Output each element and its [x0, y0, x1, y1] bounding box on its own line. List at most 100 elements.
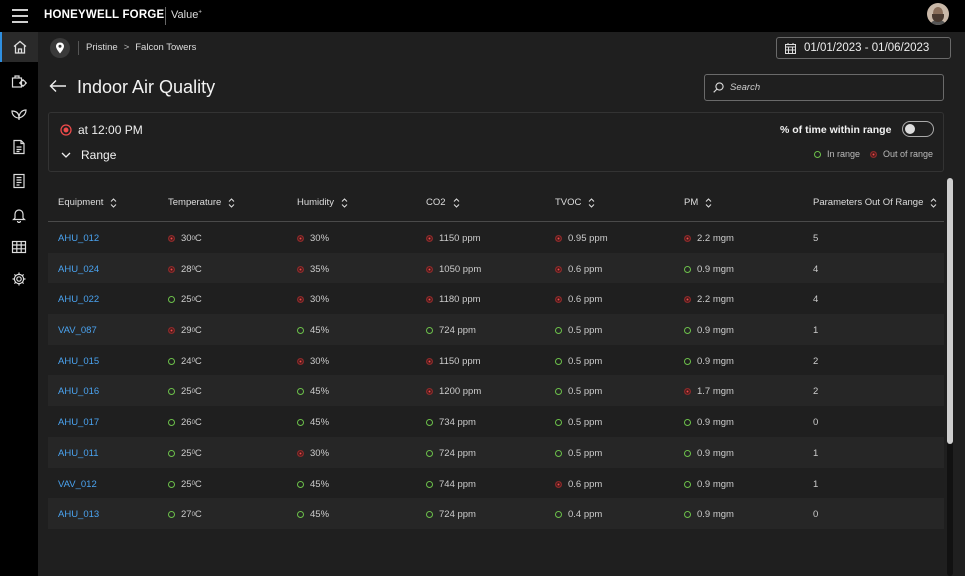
table-row[interactable]: AHU_024 28 0 C 35% 1050 ppm 0.6 ppm 0.9 mgm 4 [48, 252, 944, 284]
equipment-link[interactable]: AHU_011 [58, 448, 99, 459]
equipment-link[interactable]: AHU_022 [58, 294, 99, 305]
co2-cell: 1200 ppm [426, 386, 481, 397]
out-range-indicator [684, 296, 691, 304]
table-row[interactable]: AHU_015 24 0 C 30% 1150 ppm 0.5 ppm 0.9 mgm 2 [48, 345, 944, 376]
column-header-label: Parameters Out Of Range [813, 197, 924, 208]
equipment-link[interactable]: AHU_024 [58, 264, 99, 275]
out-range-indicator [297, 449, 304, 457]
in-range-indicator [684, 265, 691, 273]
legend-in-range: In range [827, 149, 861, 159]
in-range-indicator [555, 327, 562, 335]
breadcrumb: Pristine > Falcon Towers [86, 42, 196, 53]
out-range-indicator [426, 235, 433, 242]
column-header[interactable]: Equipment [58, 197, 117, 208]
pm-cell: 2.2 mgm [684, 233, 734, 244]
co2-value: 1200 ppm [439, 386, 482, 398]
in-range-indicator [684, 480, 691, 488]
breadcrumb-building[interactable]: Falcon Towers [135, 42, 196, 53]
maintenance-icon[interactable] [0, 66, 38, 96]
equipment-link[interactable]: AHU_013 [58, 509, 99, 520]
temp-unit: C [194, 294, 202, 306]
column-header[interactable]: Temperature [168, 197, 235, 208]
time-within-range-toggle[interactable] [902, 121, 934, 137]
menu-icon[interactable] [12, 9, 28, 23]
in-range-indicator [168, 419, 175, 427]
target-icon [60, 124, 72, 136]
tvoc-cell: 0.95 ppm [555, 233, 608, 244]
table-row[interactable]: AHU_011 25 0 C 30% 724 ppm 0.5 ppm 0.9 mgm 1 [48, 436, 944, 468]
in-range-indicator [555, 511, 562, 519]
column-header[interactable]: CO2 [426, 197, 460, 208]
location-pin-icon[interactable] [50, 38, 70, 58]
in-range-indicator [426, 480, 433, 488]
temp-unit: C [194, 263, 202, 275]
co2-value: 724 ppm [439, 447, 476, 459]
table-row[interactable]: AHU_022 25 0 C 30% 1180 ppm 0.6 ppm 2.2 mgm 4 [48, 283, 944, 314]
humidity-cell: 35% [297, 264, 329, 275]
avatar[interactable] [927, 3, 949, 25]
table-row[interactable]: AHU_012 30 0 C 30% 1150 ppm 0.95 ppm 2.2 mgm 5 [48, 222, 944, 253]
out-of-range-count: 4 [813, 263, 819, 275]
time-selector[interactable]: at 12:00 PM [60, 123, 143, 137]
alarm-bell-icon[interactable] [0, 200, 38, 230]
out-of-range-count: 1 [813, 325, 819, 337]
co2-cell: 1050 ppm [426, 264, 481, 275]
temp-value: 30 [181, 233, 192, 244]
temp-value: 27 [181, 509, 192, 521]
humidity-cell: 45% [297, 509, 329, 520]
table-row[interactable]: AHU_017 26 0 C 45% 734 ppm 0.5 ppm 0.9 mgm 0 [48, 406, 944, 437]
in-range-indicator [555, 357, 562, 365]
range-expander[interactable]: Range [61, 148, 116, 162]
column-header-label: PM [684, 197, 699, 208]
breadcrumb-site[interactable]: Pristine [86, 42, 118, 53]
temp-value: 25 [181, 478, 192, 490]
table-row[interactable]: AHU_016 25 0 C 45% 1200 ppm 0.5 ppm 1.7 mgm 2 [48, 375, 944, 407]
table-row[interactable]: VAV_012 25 0 C 45% 744 ppm 0.6 ppm 0.9 mgm 1 [48, 468, 944, 499]
out-of-range-dot [870, 150, 878, 158]
in-range-indicator [168, 388, 175, 396]
equipment-link[interactable]: AHU_015 [58, 356, 99, 367]
report-icon[interactable] [0, 166, 38, 196]
date-range-picker[interactable]: 01/01/2023 - 01/06/2023 [776, 37, 951, 59]
co2-cell: 724 ppm [426, 509, 476, 520]
temp-cell: 25 0 C [168, 448, 202, 459]
search-box[interactable] [704, 74, 944, 101]
calendar-icon [785, 42, 796, 54]
equipment-link[interactable]: AHU_012 [58, 233, 99, 244]
in-range-indicator [684, 511, 691, 519]
humidity-cell: 45% [297, 479, 329, 490]
out-range-indicator [426, 296, 433, 304]
out-range-indicator [168, 235, 175, 242]
settings-icon[interactable] [0, 264, 38, 294]
table-row[interactable]: VAV_087 29 0 C 45% 724 ppm 0.5 ppm 0.9 mgm 1 [48, 314, 944, 345]
equipment-link[interactable]: AHU_016 [58, 386, 99, 397]
column-header[interactable]: Humidity [297, 197, 348, 208]
home-icon[interactable] [0, 32, 38, 62]
table-body: AHU_012 30 0 C 30% 1150 ppm 0.95 ppm 2.2 mgm 5 AH… [48, 222, 944, 529]
pm-cell: 0.9 mgm [684, 325, 734, 336]
table-row[interactable]: AHU_013 27 0 C 45% 724 ppm 0.4 ppm 0.9 mgm 0 [48, 498, 944, 529]
equipment-link[interactable]: AHU_017 [58, 417, 99, 428]
search-input[interactable] [730, 82, 930, 93]
column-header[interactable]: TVOC [555, 197, 595, 208]
humidity-value: 30% [310, 355, 330, 367]
pm-cell: 0.9 mgm [684, 417, 734, 428]
time-label: at 12:00 PM [78, 123, 143, 137]
equipment-link[interactable]: VAV_012 [58, 479, 97, 490]
sort-icon [228, 197, 235, 208]
grid-icon[interactable] [0, 232, 38, 262]
pm-cell: 0.9 mgm [684, 479, 734, 490]
scrollbar[interactable] [947, 178, 953, 576]
in-range-indicator [684, 449, 691, 457]
document-icon[interactable] [0, 132, 38, 162]
back-arrow-icon[interactable] [49, 79, 67, 98]
tvoc-value: 0.5 ppm [568, 325, 603, 337]
scrollbar-thumb[interactable] [947, 178, 953, 444]
column-header[interactable]: Parameters Out Of Range [813, 197, 937, 208]
equipment-link[interactable]: VAV_087 [58, 325, 97, 336]
temp-value: 24 [181, 355, 192, 367]
humidity-cell: 30% [297, 294, 329, 305]
column-header[interactable]: PM [684, 197, 712, 208]
leaf-icon[interactable] [0, 98, 38, 128]
humidity-value: 45% [310, 325, 330, 337]
